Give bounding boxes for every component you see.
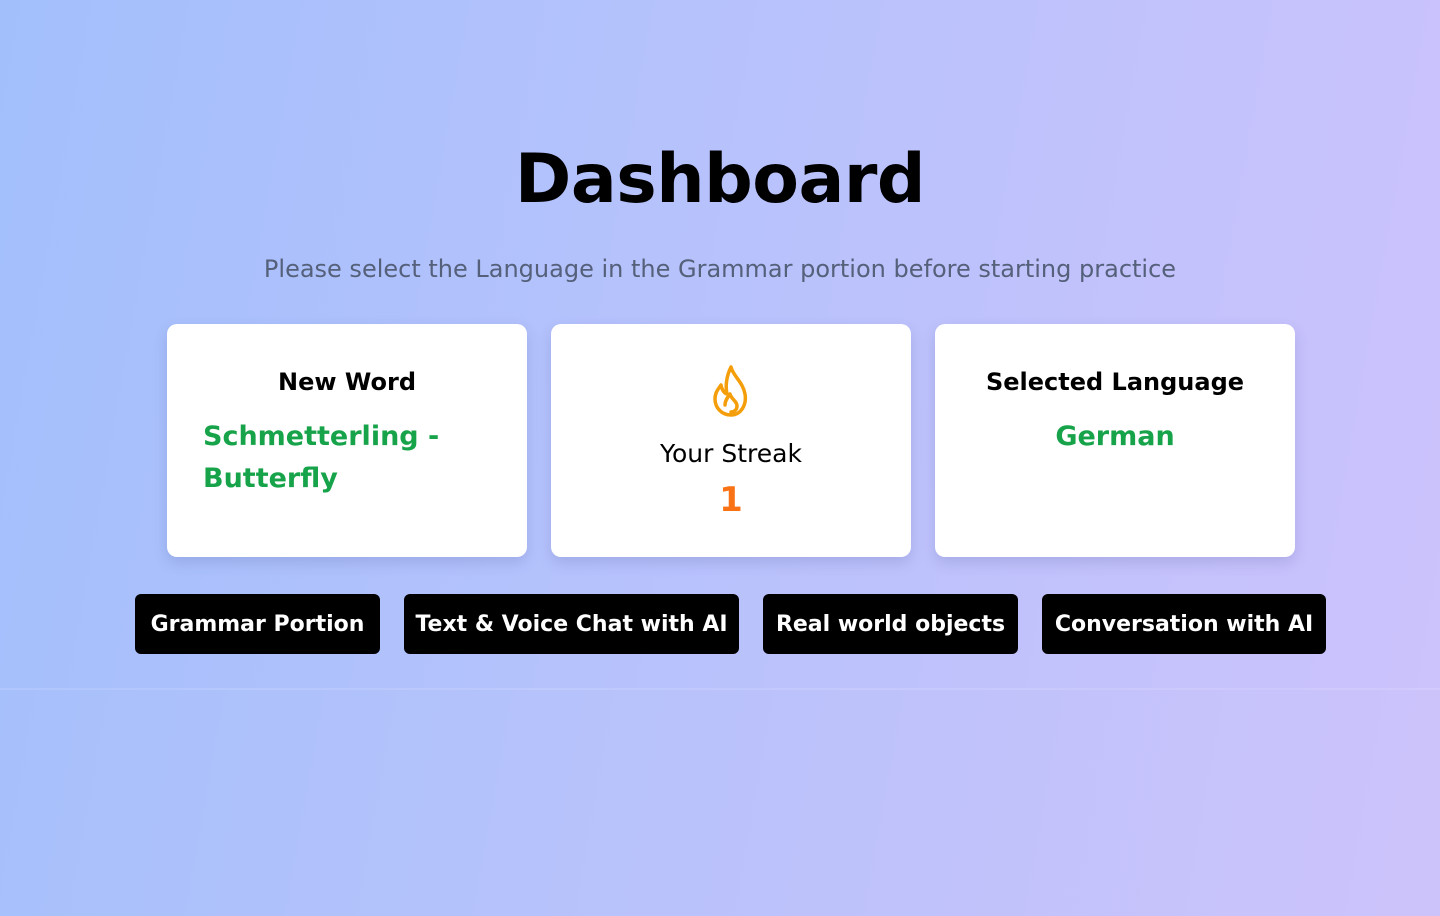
selected-language-heading: Selected Language — [985, 368, 1245, 396]
new-word-value: Schmetterling - Butterfly — [203, 421, 440, 494]
flame-icon — [713, 365, 748, 417]
selected-language-card: Selected Language German — [935, 324, 1295, 557]
streak-count: 1 — [719, 480, 743, 520]
selected-language-value: German — [1055, 421, 1175, 452]
action-buttons: Grammar Portion Text & Voice Chat with A… — [135, 594, 1326, 654]
page-title: Dashboard — [514, 140, 926, 219]
grammar-portion-button[interactable]: Grammar Portion — [135, 594, 380, 654]
new-word-card: New Word Schmetterling - Butterfly — [167, 324, 527, 557]
summary-cards: New Word Schmetterling - Butterfly Your … — [167, 324, 1295, 557]
streak-label: Your Streak — [660, 439, 802, 468]
real-world-objects-button[interactable]: Real world objects — [763, 594, 1018, 654]
new-word-heading: New Word — [277, 368, 416, 396]
streak-card: Your Streak 1 — [551, 324, 911, 557]
conversation-with-ai-button[interactable]: Conversation with AI — [1042, 594, 1326, 654]
page-subtitle: Please select the Language in the Gramma… — [263, 255, 1177, 283]
hero-section: Dashboard Please select the Language in … — [0, 0, 1440, 690]
text-voice-chat-button[interactable]: Text & Voice Chat with AI — [404, 594, 739, 654]
